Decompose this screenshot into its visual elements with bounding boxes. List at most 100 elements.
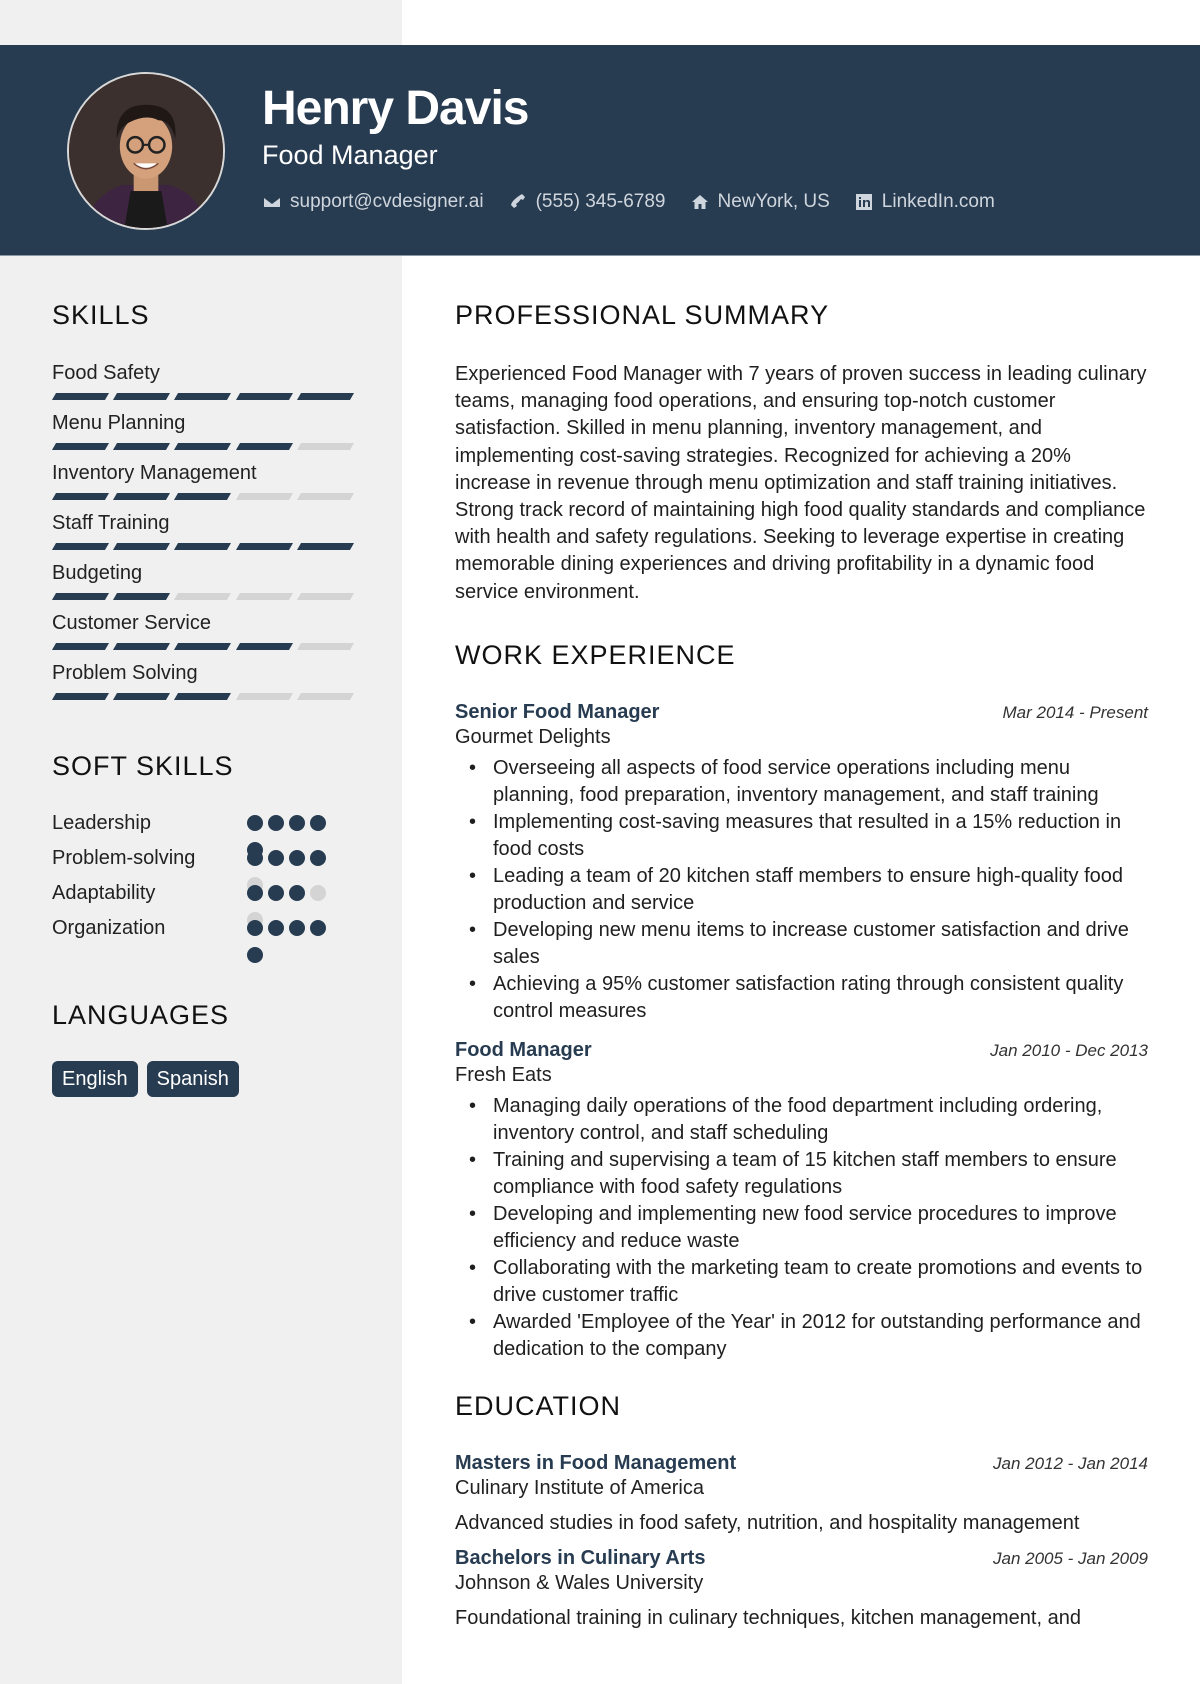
- linkedin-icon: [855, 194, 872, 210]
- level-segment-empty: [235, 493, 293, 500]
- candidate-name: Henry Davis: [262, 82, 529, 135]
- education-heading: EDUCATION: [455, 1390, 622, 1421]
- language-badge: English: [52, 1061, 138, 1097]
- phone-icon: [510, 194, 525, 208]
- candidate-title: Food Manager: [262, 140, 438, 170]
- contact-linkedin-text: LinkedIn.com: [881, 191, 995, 212]
- level-segment-filled: [296, 543, 355, 550]
- level-segment-filled: [113, 543, 171, 550]
- rating-dot-filled: [289, 850, 305, 866]
- degree-title: Masters in Food Management: [455, 1451, 737, 1474]
- education-section: EDUCATION Masters in Food Management Jan …: [455, 1391, 1148, 1632]
- school-name: Johnson & Wales University: [455, 1571, 704, 1594]
- skill-level-bar: [51, 493, 355, 500]
- job-date: Jan 2010 - Dec 2013: [990, 1040, 1148, 1060]
- level-segment-filled: [174, 493, 232, 500]
- soft-skill-item: Adaptability: [52, 880, 352, 928]
- rating-dot-filled: [310, 815, 326, 831]
- job-bullet: Developing new menu items to increase cu…: [469, 917, 1148, 971]
- rating-dot-filled: [310, 920, 326, 936]
- level-segment-filled: [235, 643, 293, 650]
- skill-name: Budgeting: [52, 562, 143, 584]
- rating-dot-filled: [310, 850, 326, 866]
- job-date: Mar 2014 - Present: [1002, 702, 1148, 722]
- skill-item: Budgeting: [51, 561, 355, 611]
- level-segment-filled: [235, 543, 293, 550]
- job-header: Senior Food Manager Mar 2014 - Present: [455, 701, 1148, 724]
- job-bullet: Implementing cost-saving measures that r…: [469, 809, 1148, 863]
- education-description: Foundational training in culinary techni…: [455, 1606, 1081, 1629]
- soft-skill-name: Problem-solving: [52, 847, 196, 869]
- job-bullet: Training and supervising a team of 15 ki…: [469, 1147, 1148, 1201]
- job-entry: Senior Food Manager Mar 2014 - Present Gou…: [455, 701, 1148, 1025]
- skill-name: Customer Service: [52, 612, 211, 634]
- skill-level-bar: [51, 393, 355, 400]
- level-segment-empty: [235, 593, 293, 600]
- rating-dot-filled: [268, 850, 284, 866]
- job-bullet: Leading a team of 20 kitchen staff membe…: [469, 863, 1148, 917]
- summary-heading: PROFESSIONAL SUMMARY: [455, 300, 830, 330]
- job-company: Gourmet Delights: [455, 725, 611, 748]
- job-title: Food Manager: [455, 1038, 592, 1061]
- job-bullets: Overseeing all aspects of food service o…: [455, 755, 1148, 1025]
- soft-skill-name: Adaptability: [52, 882, 156, 904]
- skill-item: Food Safety: [51, 361, 355, 411]
- level-segment-empty: [296, 693, 355, 700]
- contact-phone[interactable]: (555) 345-6789: [508, 191, 666, 213]
- soft-skill-item: Problem-solving: [52, 845, 352, 893]
- school-name: Culinary Institute of America: [455, 1476, 704, 1499]
- level-segment-filled: [113, 393, 171, 400]
- skills-list: Food Safety Menu Planning Inventory Manage…: [51, 361, 355, 711]
- job-header: Food Manager Jan 2010 - Dec 2013: [455, 1039, 1148, 1062]
- skill-item: Customer Service: [51, 611, 355, 661]
- summary-section: PROFESSIONAL SUMMARY Experienced Food Ma…: [455, 300, 1148, 606]
- level-segment-filled: [51, 393, 110, 400]
- level-segment-filled: [174, 543, 232, 550]
- education-header: Bachelors in Culinary Arts Jan 2005 - Jan…: [455, 1547, 1148, 1570]
- level-segment-filled: [174, 643, 232, 650]
- level-segment-empty: [296, 443, 355, 450]
- level-segment-filled: [51, 543, 110, 550]
- level-segment-filled: [113, 443, 171, 450]
- soft-skill-rating: [247, 845, 337, 893]
- experience-heading: WORK EXPERIENCE: [455, 639, 736, 670]
- contact-location: NewYork, US: [690, 191, 830, 213]
- level-segment-empty: [235, 693, 293, 700]
- education-entry: Bachelors in Culinary Arts Jan 2005 - Jan…: [455, 1547, 1148, 1632]
- skill-name: Food Safety: [52, 362, 160, 384]
- contact-linkedin[interactable]: LinkedIn.com: [854, 191, 995, 213]
- soft-skills-list: Leadership Problem-solving Adaptability Org…: [52, 810, 352, 963]
- rating-dot-filled: [289, 920, 305, 936]
- job-bullet: Overseeing all aspects of food service o…: [469, 755, 1148, 809]
- rating-dot-filled: [268, 885, 284, 901]
- level-segment-filled: [235, 443, 293, 450]
- rating-dot-filled: [247, 815, 263, 831]
- rating-dot-filled: [247, 920, 263, 936]
- jobs-list: Senior Food Manager Mar 2014 - Present Gou…: [455, 701, 1148, 1363]
- soft-skill-rating: [247, 880, 337, 928]
- skill-level-bar: [51, 543, 355, 550]
- education-date: Jan 2012 - Jan 2014: [992, 1453, 1148, 1473]
- rating-dot-filled: [289, 815, 305, 831]
- education-date: Jan 2005 - Jan 2009: [992, 1548, 1148, 1568]
- contact-list: support@cvdesigner.ai (555) 345-6789 New…: [262, 191, 995, 213]
- home-icon: [691, 195, 708, 209]
- degree-title: Bachelors in Culinary Arts: [455, 1546, 706, 1569]
- rating-dot-filled: [268, 815, 284, 831]
- skill-item: Staff Training: [51, 511, 355, 561]
- resume-header: Henry Davis Food Manager support@cvdesig…: [0, 45, 1200, 256]
- contact-email[interactable]: support@cvdesigner.ai: [262, 191, 484, 213]
- level-segment-filled: [174, 393, 232, 400]
- skill-name: Problem Solving: [52, 662, 198, 684]
- level-segment-filled: [113, 693, 171, 700]
- skill-level-bar: [51, 643, 355, 650]
- job-title: Senior Food Manager: [455, 700, 660, 723]
- rating-dot-filled: [247, 850, 263, 866]
- job-bullet: Awarded 'Employee of the Year' in 2012 f…: [469, 1309, 1148, 1363]
- languages-list: English Spanish: [52, 1061, 352, 1097]
- education-entry: Masters in Food Management Jan 2012 - Jan…: [455, 1452, 1148, 1537]
- level-segment-filled: [51, 643, 110, 650]
- skill-level-bar: [51, 693, 355, 700]
- level-segment-filled: [235, 393, 293, 400]
- rating-dot-empty: [310, 885, 326, 901]
